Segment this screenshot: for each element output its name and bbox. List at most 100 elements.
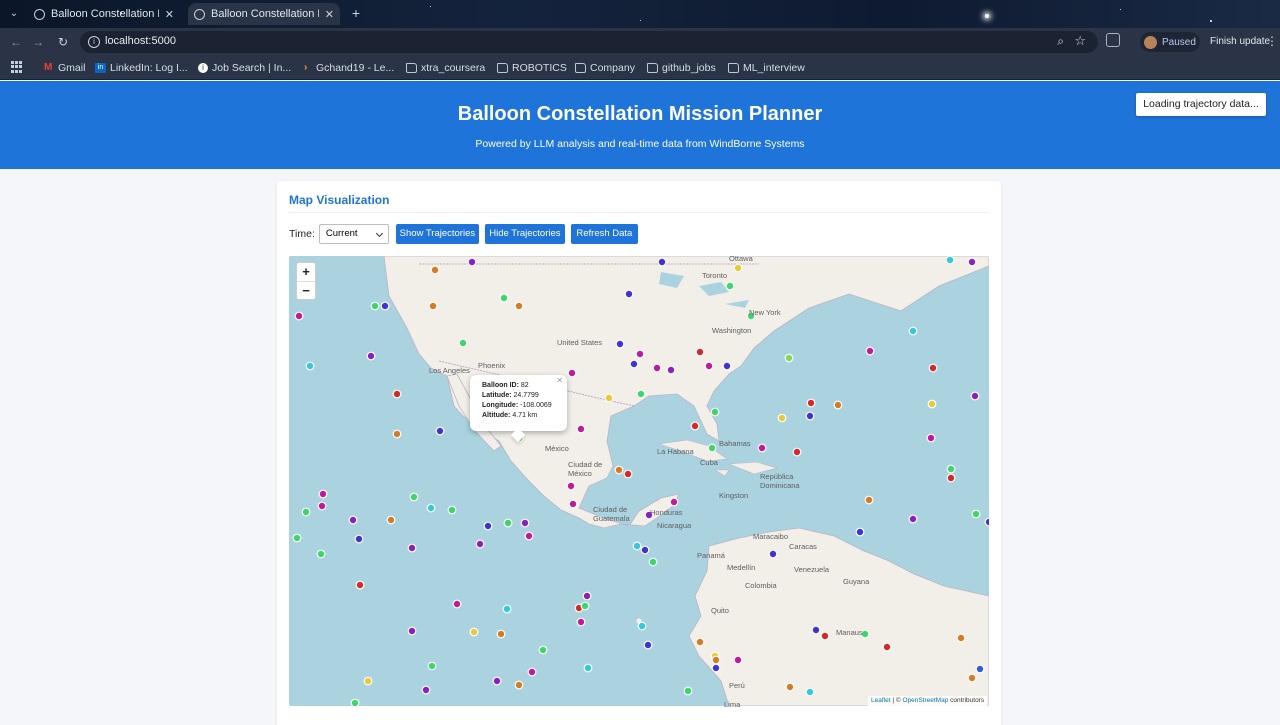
balloon-marker[interactable]	[380, 301, 390, 311]
balloon-marker[interactable]	[636, 389, 646, 399]
balloon-marker[interactable]	[392, 389, 402, 399]
balloon-marker[interactable]	[785, 682, 795, 692]
balloon-marker[interactable]	[695, 347, 705, 357]
balloon-marker[interactable]	[805, 687, 815, 697]
balloon-marker[interactable]	[386, 515, 396, 525]
balloon-marker[interactable]	[604, 393, 614, 403]
balloon-marker[interactable]	[499, 293, 509, 303]
bookmark-folder-ml-interview[interactable]: ML_interview	[728, 61, 805, 75]
balloon-marker[interactable]	[305, 361, 315, 371]
balloon-marker[interactable]	[666, 365, 676, 375]
leaflet-link[interactable]: Leaflet	[871, 697, 891, 704]
balloon-marker[interactable]	[792, 447, 802, 457]
balloon-marker[interactable]	[984, 517, 989, 527]
balloon-marker[interactable]	[538, 645, 548, 655]
balloon-marker[interactable]	[733, 655, 743, 665]
balloon-marker[interactable]	[725, 281, 735, 291]
balloon-marker[interactable]	[421, 685, 431, 695]
bookmark-leetcode[interactable]: › Gchand19 - Le...	[304, 61, 394, 75]
balloon-markers-layer[interactable]	[289, 256, 989, 706]
refresh-data-button[interactable]: Refresh Data	[570, 224, 638, 244]
balloon-marker[interactable]	[722, 361, 732, 371]
balloon-marker[interactable]	[576, 424, 586, 434]
balloon-marker[interactable]	[711, 655, 721, 665]
balloon-marker[interactable]	[502, 604, 512, 614]
bookmark-star-icon[interactable]: ☆	[1074, 33, 1086, 49]
osm-link[interactable]: OpenStreetMap	[902, 697, 948, 704]
hide-trajectories-button[interactable]: Hide Trajectories	[484, 224, 565, 244]
apps-grid-icon[interactable]	[11, 61, 23, 73]
balloon-marker[interactable]	[576, 617, 586, 627]
balloon-marker[interactable]	[707, 443, 717, 453]
balloon-marker[interactable]	[864, 495, 874, 505]
balloon-marker[interactable]	[566, 481, 576, 491]
balloon-marker[interactable]	[971, 509, 981, 519]
balloon-marker[interactable]	[447, 505, 457, 515]
balloon-marker[interactable]	[580, 601, 590, 611]
balloon-marker[interactable]	[811, 625, 821, 635]
bookmark-folder-xtra-coursera[interactable]: xtra_coursera	[406, 61, 485, 75]
new-tab-button[interactable]: +	[348, 6, 364, 22]
zoom-out-button[interactable]: −	[297, 281, 315, 299]
balloon-marker[interactable]	[926, 433, 936, 443]
balloon-marker[interactable]	[469, 627, 479, 637]
bookmark-gmail[interactable]: M Gmail	[44, 61, 85, 75]
balloon-marker[interactable]	[683, 686, 693, 696]
profile-button[interactable]: Paused	[1140, 32, 1200, 52]
bookmark-linkedin[interactable]: in LinkedIn: Log I...	[95, 61, 188, 75]
balloon-marker[interactable]	[348, 515, 358, 525]
forward-arrow-icon[interactable]: →	[30, 34, 46, 50]
balloon-marker[interactable]	[350, 698, 360, 706]
balloon-marker[interactable]	[567, 368, 577, 378]
balloon-marker[interactable]	[927, 399, 937, 409]
tab-search-dropdown-icon[interactable]: ⌄	[6, 6, 22, 22]
balloon-marker[interactable]	[354, 534, 364, 544]
loading-status-button[interactable]: Loading trajectory data...	[1136, 93, 1266, 116]
balloon-marker[interactable]	[833, 400, 843, 410]
balloon-marker[interactable]	[527, 667, 537, 677]
balloon-marker[interactable]	[690, 421, 700, 431]
browser-tab-1[interactable]: Balloon Constellation Mission Planner ✕	[28, 3, 180, 25]
extensions-icon[interactable]	[1106, 33, 1120, 47]
balloon-marker[interactable]	[294, 311, 304, 321]
map-canvas[interactable]	[289, 256, 989, 706]
balloon-marker[interactable]	[292, 533, 302, 543]
balloon-marker[interactable]	[582, 591, 592, 601]
balloon-marker[interactable]	[970, 391, 980, 401]
balloon-marker[interactable]	[624, 289, 634, 299]
balloon-marker[interactable]	[710, 407, 720, 417]
balloon-marker[interactable]	[615, 339, 625, 349]
bookmark-folder-github-jobs[interactable]: github_jobs	[647, 61, 716, 75]
balloon-marker[interactable]	[669, 497, 679, 507]
balloon-marker[interactable]	[629, 359, 639, 369]
balloon-marker[interactable]	[865, 346, 875, 356]
balloon-marker[interactable]	[855, 527, 865, 537]
balloon-marker[interactable]	[583, 663, 593, 673]
balloon-marker[interactable]	[366, 351, 376, 361]
balloon-marker[interactable]	[492, 676, 502, 686]
bookmark-folder-robotics[interactable]: ROBOTICS	[497, 61, 567, 75]
balloon-marker[interactable]	[908, 514, 918, 524]
browser-tab-2[interactable]: Balloon Constellation Mission Planner ✕	[188, 3, 340, 25]
balloon-marker[interactable]	[614, 465, 624, 475]
balloon-marker[interactable]	[428, 301, 438, 311]
balloon-marker[interactable]	[318, 489, 328, 499]
balloon-marker[interactable]	[757, 443, 767, 453]
balloon-marker[interactable]	[967, 673, 977, 683]
balloon-marker[interactable]	[805, 411, 815, 421]
balloon-marker[interactable]	[640, 545, 650, 555]
time-select[interactable]: Current	[318, 224, 389, 244]
back-arrow-icon[interactable]: ←	[8, 34, 24, 50]
balloon-marker[interactable]	[711, 663, 721, 673]
balloon-marker[interactable]	[975, 664, 985, 674]
close-tab-icon[interactable]: ✕	[325, 8, 334, 21]
balloon-marker[interactable]	[568, 499, 578, 509]
balloon-marker[interactable]	[407, 543, 417, 553]
balloon-marker[interactable]	[392, 429, 402, 439]
balloon-marker[interactable]	[733, 263, 743, 273]
bookmark-folder-company[interactable]: Company	[575, 61, 635, 75]
balloon-marker[interactable]	[648, 557, 658, 567]
balloon-marker[interactable]	[317, 501, 327, 511]
balloon-marker[interactable]	[946, 473, 956, 483]
balloon-marker[interactable]	[946, 464, 956, 474]
